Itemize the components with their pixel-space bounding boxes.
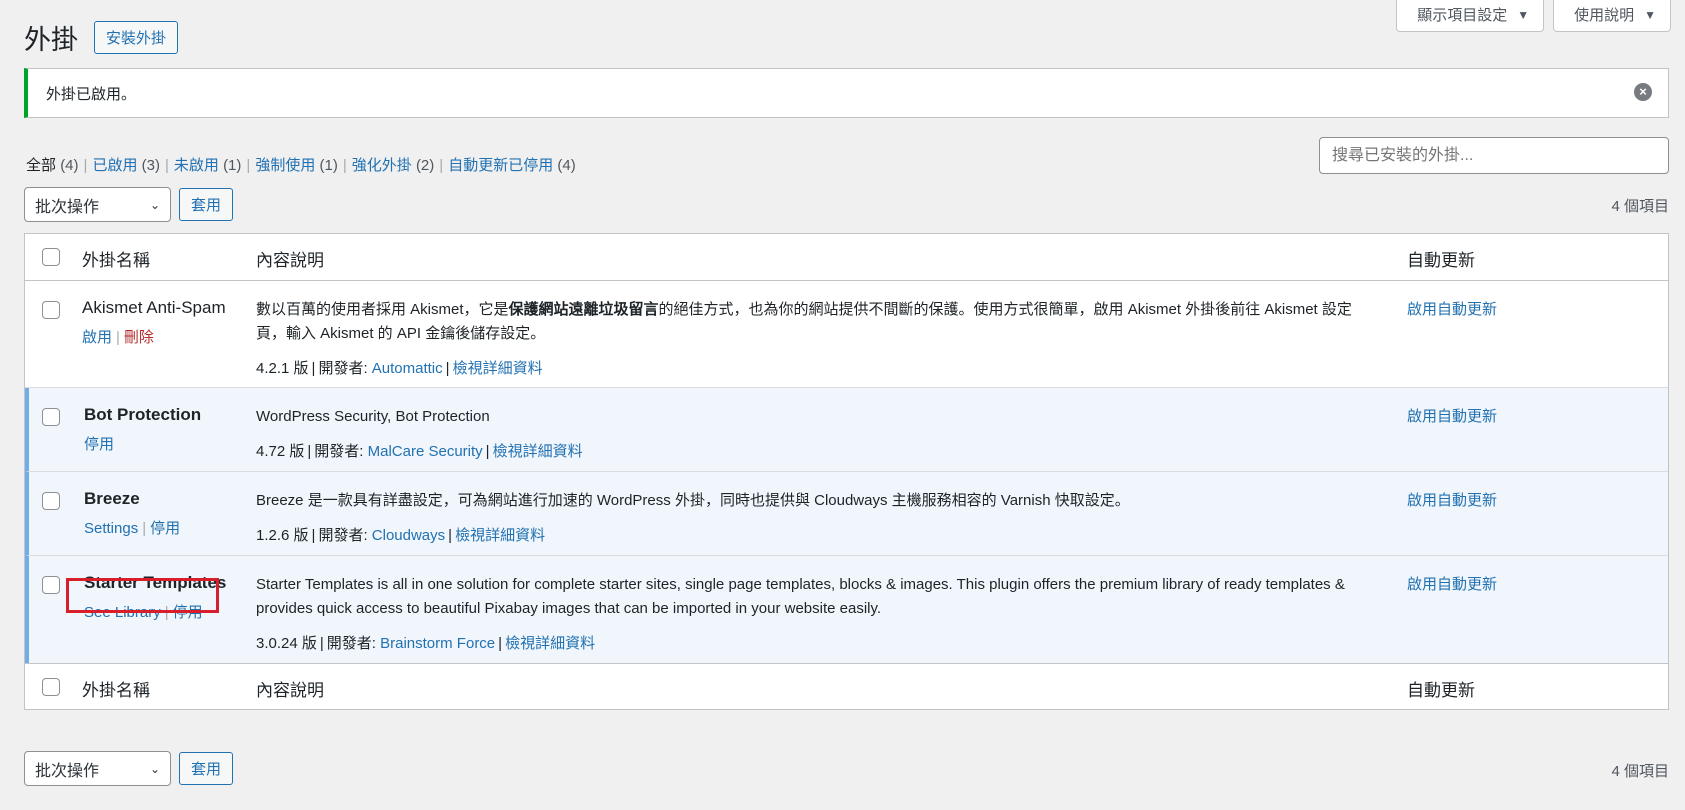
plugin-checkbox[interactable] bbox=[42, 576, 60, 594]
help-button[interactable]: 使用說明 ▼ bbox=[1553, 0, 1671, 32]
plugin-search-input[interactable] bbox=[1319, 137, 1669, 174]
table-footer: 外掛名稱 內容說明 自動更新 bbox=[25, 663, 1668, 709]
plugin-title: Starter Templates See Library | 停用 bbox=[84, 573, 226, 622]
enable-auto-update-link[interactable]: 啟用自動更新 bbox=[1407, 489, 1497, 510]
view-details-link[interactable]: 檢視詳細資料 bbox=[493, 443, 583, 460]
column-description: 內容說明 bbox=[256, 681, 324, 700]
screen-meta: 顯示項目設定 ▼ 使用說明 ▼ bbox=[1396, 0, 1671, 32]
plugin-title: Breeze Settings | 停用 bbox=[84, 489, 180, 538]
activate-link[interactable]: 啟用 bbox=[82, 329, 112, 346]
item-count-bottom: 4 個項目 bbox=[1611, 763, 1669, 780]
plugin-meta: 1.2.6 版 | 開發者: Cloudways | 檢視詳細資料 bbox=[256, 527, 546, 544]
page-header: 外掛 安裝外掛 bbox=[24, 18, 179, 57]
select-all-checkbox-footer[interactable] bbox=[42, 678, 60, 696]
apply-button[interactable]: 套用 bbox=[179, 188, 234, 221]
row-actions: Settings | 停用 bbox=[84, 520, 181, 537]
row-actions: See Library | 停用 bbox=[84, 604, 203, 621]
plugin-meta: 4.2.1 版 | 開發者: Automattic | 檢視詳細資料 bbox=[256, 360, 543, 377]
plugin-name: Bot Protection bbox=[84, 405, 202, 424]
table-header: 外掛名稱 內容說明 自動更新 bbox=[25, 234, 1668, 281]
plugin-description: 數以百萬的使用者採用 Akismet，它是保護網站遠離垃圾留言的絕佳方式，也為你… bbox=[256, 298, 1376, 381]
deactivate-link[interactable]: 停用 bbox=[84, 436, 114, 453]
row-actions: 啟用 | 刪除 bbox=[82, 329, 154, 346]
plugin-row-akismet: Akismet Anti-Spam 啟用 | 刪除 數以百萬的使用者採用 Akism… bbox=[25, 281, 1668, 388]
column-auto-updates: 自動更新 bbox=[1407, 251, 1475, 270]
filter-all[interactable]: 全部 (4) bbox=[26, 157, 79, 174]
description-text: Breeze 是一款具有詳盡設定，可為網站進行加速的 WordPress 外掛，… bbox=[256, 492, 1130, 509]
plugin-description: WordPress Security, Bot Protection 4.72 … bbox=[256, 405, 1376, 464]
settings-link[interactable]: Settings bbox=[84, 520, 138, 537]
plugin-meta: 4.72 版 | 開發者: MalCare Security | 檢視詳細資料 bbox=[256, 443, 583, 460]
bulk-action-select-bottom[interactable]: 批次操作 ⌄ bbox=[24, 751, 171, 786]
bulk-actions-top: 批次操作 ⌄ 套用 bbox=[24, 187, 234, 222]
plugin-name: Starter Templates bbox=[84, 573, 227, 592]
plugin-description: Starter Templates is all in one solution… bbox=[256, 573, 1376, 656]
column-name: 外掛名稱 bbox=[82, 681, 150, 700]
apply-button-bottom[interactable]: 套用 bbox=[179, 752, 234, 785]
plugin-row-breeze: Breeze Settings | 停用 Breeze 是一款具有詳盡設定，可為網站… bbox=[25, 472, 1668, 556]
caret-down-icon: ▼ bbox=[1644, 7, 1656, 22]
plugin-title: Akismet Anti-Spam 啟用 | 刪除 bbox=[82, 298, 226, 347]
column-auto-updates: 自動更新 bbox=[1407, 681, 1475, 700]
caret-down-icon: ▼ bbox=[1517, 7, 1530, 22]
plugin-title: Bot Protection 停用 bbox=[84, 405, 201, 454]
description-text: Starter Templates is all in one solution… bbox=[256, 576, 1345, 617]
plugin-meta: 3.0.24 版 | 開發者: Brainstorm Force | 檢視詳細資料 bbox=[256, 635, 596, 652]
bulk-action-label: 批次操作 bbox=[35, 198, 100, 216]
status-filters: 全部 (4) | 已啟用 (3) | 未啟用 (1) | 強制使用 (1) | 強化外掛 (2)… bbox=[26, 157, 576, 174]
add-new-plugin-button[interactable]: 安裝外掛 bbox=[94, 21, 179, 54]
chevron-down-icon: ⌄ bbox=[149, 761, 160, 776]
view-details-link[interactable]: 檢視詳細資料 bbox=[455, 527, 545, 544]
dismiss-icon[interactable]: × bbox=[1634, 83, 1652, 101]
screen-options-label: 顯示項目設定 bbox=[1417, 7, 1508, 24]
filter-must-use[interactable]: 強制使用 bbox=[255, 157, 315, 174]
notice-text: 外掛已啟用。 bbox=[46, 85, 137, 103]
item-count: 4 個項目 bbox=[1611, 198, 1669, 215]
author-link[interactable]: MalCare Security bbox=[368, 443, 483, 460]
bulk-action-select[interactable]: 批次操作 ⌄ bbox=[24, 187, 171, 222]
column-name: 外掛名稱 bbox=[82, 251, 150, 270]
enable-auto-update-link[interactable]: 啟用自動更新 bbox=[1407, 405, 1497, 426]
author-link[interactable]: Automattic bbox=[372, 360, 443, 377]
plugin-description: Breeze 是一款具有詳盡設定，可為網站進行加速的 WordPress 外掛，… bbox=[256, 489, 1376, 548]
column-description: 內容說明 bbox=[256, 251, 324, 270]
plugin-row-bot-protection: Bot Protection 停用 WordPress Security, Bo… bbox=[25, 388, 1668, 472]
view-details-link[interactable]: 檢視詳細資料 bbox=[505, 635, 595, 652]
description-text: WordPress Security, Bot Protection bbox=[256, 408, 490, 425]
deactivate-link[interactable]: 停用 bbox=[150, 520, 180, 537]
view-details-link[interactable]: 檢視詳細資料 bbox=[453, 360, 543, 377]
screen-options-button[interactable]: 顯示項目設定 ▼ bbox=[1396, 0, 1545, 32]
see-library-link[interactable]: See Library bbox=[84, 604, 161, 621]
bulk-actions-bottom: 批次操作 ⌄ 套用 bbox=[24, 751, 234, 786]
help-label: 使用說明 bbox=[1574, 7, 1635, 24]
page-title: 外掛 bbox=[24, 25, 78, 55]
author-link[interactable]: Cloudways bbox=[372, 527, 445, 544]
delete-link[interactable]: 刪除 bbox=[124, 329, 154, 346]
author-link[interactable]: Brainstorm Force bbox=[380, 635, 495, 652]
plugin-name: Breeze bbox=[84, 489, 140, 508]
deactivate-link[interactable]: 停用 bbox=[173, 604, 203, 621]
bulk-action-label: 批次操作 bbox=[35, 762, 100, 780]
filter-inactive[interactable]: 未啟用 bbox=[174, 157, 219, 174]
chevron-down-icon: ⌄ bbox=[149, 197, 160, 212]
enable-auto-update-link[interactable]: 啟用自動更新 bbox=[1407, 298, 1497, 319]
description-text: 數以百萬的使用者採用 Akismet，它是保護網站遠離垃圾留言的絕佳方式，也為你… bbox=[256, 301, 1352, 342]
plugins-table: 外掛名稱 內容說明 自動更新 Akismet Anti-Spam 啟用 | 刪除 數… bbox=[24, 233, 1669, 710]
plugin-name: Akismet Anti-Spam bbox=[82, 298, 226, 317]
plugin-checkbox[interactable] bbox=[42, 492, 60, 510]
select-all-checkbox[interactable] bbox=[42, 248, 60, 266]
success-notice: 外掛已啟用。 × bbox=[24, 68, 1669, 118]
plugin-checkbox[interactable] bbox=[42, 301, 60, 319]
filter-auto-update-disabled[interactable]: 自動更新已停用 bbox=[448, 157, 553, 174]
plugin-row-starter-templates: Starter Templates See Library | 停用 Starter… bbox=[25, 556, 1668, 663]
filter-dropins[interactable]: 強化外掛 bbox=[352, 157, 412, 174]
enable-auto-update-link[interactable]: 啟用自動更新 bbox=[1407, 573, 1497, 594]
filter-active[interactable]: 已啟用 bbox=[92, 157, 137, 174]
plugin-checkbox[interactable] bbox=[42, 408, 60, 426]
row-actions: 停用 bbox=[84, 433, 201, 454]
